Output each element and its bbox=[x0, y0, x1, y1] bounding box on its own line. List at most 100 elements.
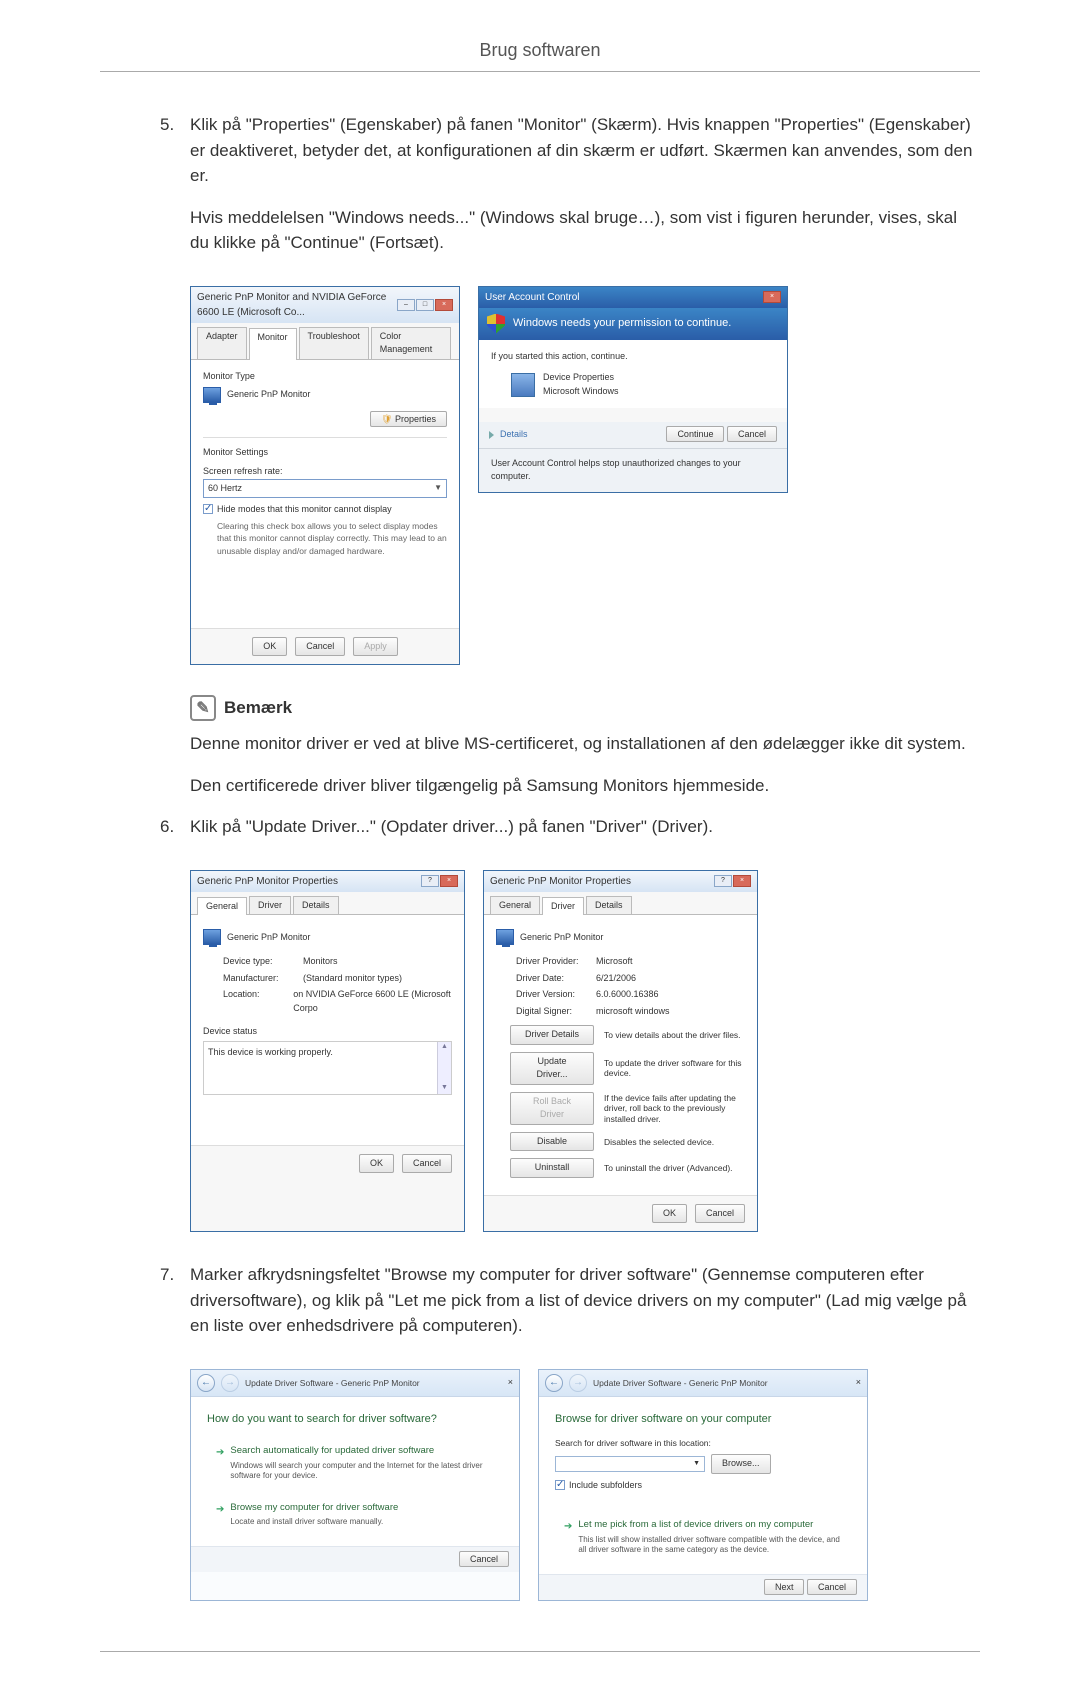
note-label: Bemærk bbox=[224, 698, 292, 718]
ok-button[interactable]: OK bbox=[652, 1204, 687, 1224]
cancel-button[interactable]: Cancel bbox=[695, 1204, 745, 1224]
cancel-button[interactable]: Cancel bbox=[727, 426, 777, 442]
uac-heading-row: Windows needs your permission to continu… bbox=[479, 308, 787, 340]
tab-driver[interactable]: Driver bbox=[249, 896, 291, 915]
uninstall-button[interactable]: Uninstall bbox=[510, 1158, 594, 1178]
location-label: Location: bbox=[223, 988, 283, 1015]
tab-details[interactable]: Details bbox=[293, 896, 339, 915]
tab-general[interactable]: General bbox=[490, 896, 540, 915]
tab-adapter[interactable]: Adapter bbox=[197, 327, 247, 359]
path-input[interactable]: ▼ bbox=[555, 1456, 705, 1473]
dialog-device-properties-general: Generic PnP Monitor Properties ? × Gener… bbox=[190, 870, 465, 1233]
hide-modes-label: Hide modes that this monitor cannot disp… bbox=[217, 504, 392, 516]
minimize-button[interactable]: – bbox=[397, 299, 415, 311]
details-expander[interactable]: Details bbox=[489, 428, 528, 442]
close-button[interactable]: × bbox=[435, 299, 453, 311]
uac-app-publisher: Microsoft Windows bbox=[543, 385, 619, 399]
maximize-button[interactable]: □ bbox=[416, 299, 434, 311]
close-button[interactable]: × bbox=[733, 875, 751, 887]
option-search-automatically[interactable]: ➔ Search automatically for updated drive… bbox=[207, 1437, 503, 1487]
back-button[interactable]: ← bbox=[545, 1374, 563, 1392]
window-title: User Account Control bbox=[485, 290, 580, 305]
rollback-driver-button[interactable]: Roll Back Driver bbox=[510, 1092, 594, 1125]
cancel-button[interactable]: Cancel bbox=[459, 1551, 509, 1567]
include-subfolders-label: Include subfolders bbox=[569, 1480, 642, 1492]
continue-button[interactable]: Continue bbox=[666, 426, 724, 442]
driver-provider-label: Driver Provider: bbox=[516, 955, 586, 969]
help-button[interactable]: ? bbox=[714, 875, 732, 887]
uac-intro: If you started this action, continue. bbox=[491, 350, 775, 364]
digital-signer-label: Digital Signer: bbox=[516, 1005, 586, 1019]
document-page: Brug softwaren 5. Klik på "Properties" (… bbox=[0, 40, 1080, 1601]
monitor-icon bbox=[203, 387, 221, 403]
ok-button[interactable]: OK bbox=[359, 1154, 394, 1174]
note-text-2: Den certificerede driver bliver tilgænge… bbox=[100, 773, 980, 799]
tab-general[interactable]: General bbox=[197, 897, 247, 916]
application-icon bbox=[511, 373, 535, 397]
step-5-figures: Generic PnP Monitor and NVIDIA GeForce 6… bbox=[190, 286, 980, 666]
update-driver-desc: To update the driver software for this d… bbox=[604, 1058, 745, 1078]
tab-details[interactable]: Details bbox=[586, 896, 632, 915]
dialog-monitor-properties: Generic PnP Monitor and NVIDIA GeForce 6… bbox=[190, 286, 460, 666]
refresh-rate-label: Screen refresh rate: bbox=[203, 465, 447, 479]
step-6: 6. Klik på "Update Driver..." (Opdater d… bbox=[190, 814, 980, 1232]
back-button[interactable]: ← bbox=[197, 1374, 215, 1392]
step-number: 6. bbox=[160, 814, 174, 840]
cancel-button[interactable]: Cancel bbox=[402, 1154, 452, 1174]
cancel-button[interactable]: Cancel bbox=[807, 1579, 857, 1595]
arrow-icon: ➔ bbox=[216, 1445, 224, 1460]
scrollbar[interactable]: ▲▼ bbox=[437, 1042, 451, 1094]
hide-modes-checkbox[interactable] bbox=[203, 504, 213, 514]
option-pick-from-list[interactable]: ➔ Let me pick from a list of device driv… bbox=[555, 1511, 851, 1561]
help-button[interactable]: ? bbox=[421, 875, 439, 887]
tabs: Adapter Monitor Troubleshoot Color Manag… bbox=[191, 323, 459, 360]
window-title: Generic PnP Monitor and NVIDIA GeForce 6… bbox=[197, 290, 397, 320]
include-subfolders-checkbox[interactable] bbox=[555, 1480, 565, 1490]
option-browse-computer[interactable]: ➔ Browse my computer for driver software… bbox=[207, 1494, 503, 1534]
driver-version-label: Driver Version: bbox=[516, 988, 586, 1002]
instruction-list-cont: 6. Klik på "Update Driver..." (Opdater d… bbox=[100, 814, 980, 1601]
manufacturer-value: (Standard monitor types) bbox=[303, 972, 402, 986]
step-5-text-1: Klik på "Properties" (Egenskaber) på fan… bbox=[190, 112, 980, 189]
location-value: on NVIDIA GeForce 6600 LE (Microsoft Cor… bbox=[293, 988, 452, 1015]
tab-driver[interactable]: Driver bbox=[542, 897, 584, 916]
dialog-update-driver-search: ← → Update Driver Software - Generic PnP… bbox=[190, 1369, 520, 1601]
refresh-rate-dropdown[interactable]: 60 Hertz ▼ bbox=[203, 479, 447, 499]
ok-button[interactable]: OK bbox=[252, 637, 287, 657]
device-status-label: Device status bbox=[203, 1025, 452, 1039]
tab-color-management[interactable]: Color Management bbox=[371, 327, 451, 359]
window-title: Generic PnP Monitor Properties bbox=[490, 874, 631, 889]
search-location-label: Search for driver software in this locat… bbox=[555, 1437, 851, 1450]
arrow-icon: ➔ bbox=[216, 1502, 224, 1517]
driver-details-button[interactable]: Driver Details bbox=[510, 1025, 594, 1045]
device-status-box: This device is working properly. ▲▼ bbox=[203, 1041, 452, 1095]
window-title: Generic PnP Monitor Properties bbox=[197, 874, 338, 889]
tab-troubleshoot[interactable]: Troubleshoot bbox=[299, 327, 369, 359]
close-button[interactable]: × bbox=[508, 1376, 513, 1390]
update-driver-button[interactable]: Update Driver... bbox=[510, 1052, 594, 1085]
uac-footer-text: User Account Control helps stop unauthor… bbox=[479, 448, 787, 492]
step-number: 5. bbox=[160, 112, 174, 138]
next-button[interactable]: Next bbox=[764, 1579, 805, 1595]
manufacturer-label: Manufacturer: bbox=[223, 972, 293, 986]
tab-monitor[interactable]: Monitor bbox=[249, 328, 297, 360]
step-7-text: Marker afkrydsningsfeltet "Browse my com… bbox=[190, 1262, 980, 1339]
dialog-body: Monitor Type Generic PnP Monitor 🛡 Prope… bbox=[191, 360, 459, 628]
monitor-icon bbox=[203, 929, 221, 945]
browse-button[interactable]: Browse... bbox=[711, 1454, 771, 1474]
cancel-button[interactable]: Cancel bbox=[295, 637, 345, 657]
titlebar: Generic PnP Monitor and NVIDIA GeForce 6… bbox=[191, 287, 459, 323]
step-6-text: Klik på "Update Driver..." (Opdater driv… bbox=[190, 814, 980, 840]
uac-heading: Windows needs your permission to continu… bbox=[513, 315, 731, 332]
dialog-update-driver-browse: ← → Update Driver Software - Generic PnP… bbox=[538, 1369, 868, 1601]
note-heading: ✎ Bemærk bbox=[100, 695, 980, 721]
disable-button[interactable]: Disable bbox=[510, 1132, 594, 1152]
instruction-list: 5. Klik på "Properties" (Egenskaber) på … bbox=[100, 112, 980, 665]
apply-button[interactable]: Apply bbox=[353, 637, 398, 657]
driver-provider-value: Microsoft bbox=[596, 955, 633, 969]
close-button[interactable]: × bbox=[763, 291, 781, 303]
hide-modes-desc: Clearing this check box allows you to se… bbox=[217, 520, 447, 558]
properties-button[interactable]: 🛡 Properties bbox=[370, 411, 447, 427]
close-button[interactable]: × bbox=[440, 875, 458, 887]
close-button[interactable]: × bbox=[856, 1376, 861, 1390]
